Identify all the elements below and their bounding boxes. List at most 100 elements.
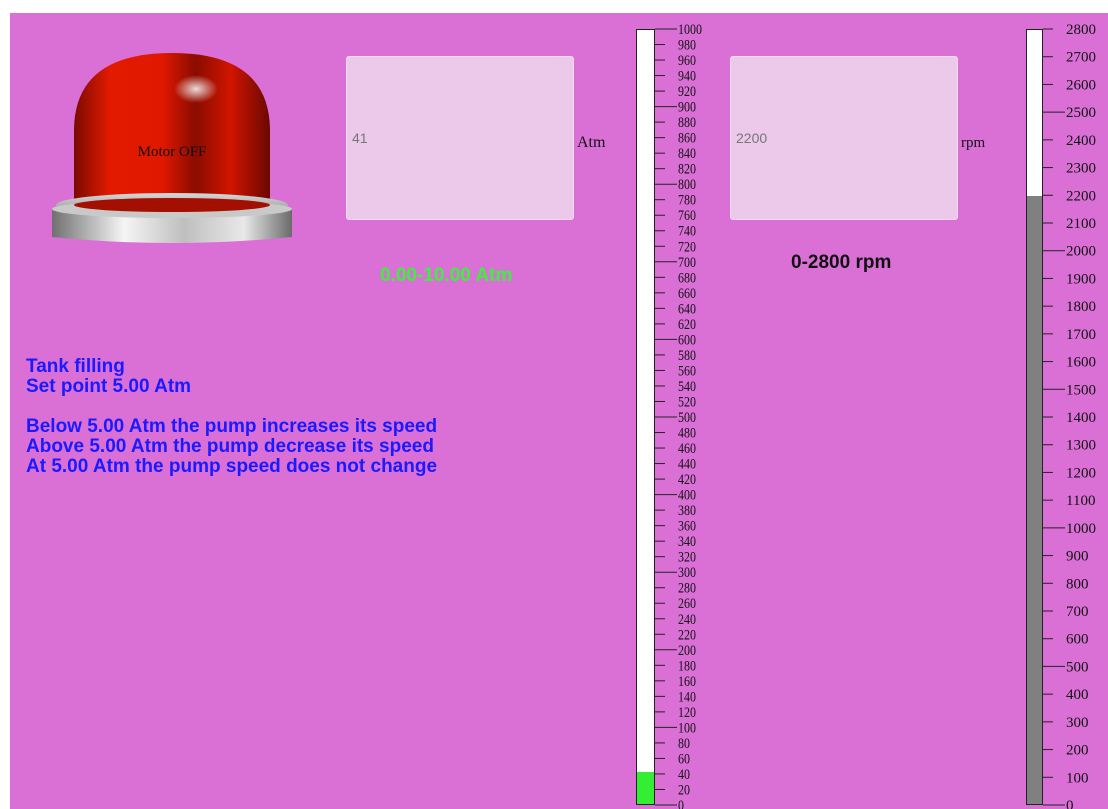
scale-tick-label: 800 — [1066, 576, 1089, 592]
scale-tick-label: 200 — [1066, 743, 1089, 759]
scale-tick-label: 420 — [678, 471, 696, 488]
scale-tick-label: 600 — [1066, 632, 1089, 648]
scale-tick-label: 2400 — [1066, 133, 1096, 149]
scale-tick-label: 720 — [678, 238, 696, 255]
scale-tick-label: 1500 — [1066, 382, 1096, 398]
scale-tick-label: 1000 — [1066, 521, 1096, 537]
scale-tick-label: 340 — [678, 533, 696, 550]
info-above-rule: Above 5.00 Atm the pump decrease its spe… — [26, 436, 434, 457]
motor-status-label: Motor OFF — [137, 144, 207, 160]
scale-tick-label: 240 — [678, 611, 696, 628]
scale-tick-label: 300 — [678, 564, 696, 581]
scale-tick-label: 280 — [678, 579, 696, 596]
scale-tick-label: 660 — [678, 285, 696, 302]
scale-tick-label: 2500 — [1066, 105, 1096, 121]
scale-tick-label: 900 — [1066, 549, 1089, 565]
scale-tick-label: 2000 — [1066, 244, 1096, 260]
scale-tick-label: 1900 — [1066, 271, 1096, 287]
speed-range-label: 0-2800 rpm — [791, 252, 892, 273]
scale-tick-label: 560 — [678, 362, 696, 379]
speed-value-box — [730, 56, 958, 220]
scale-tick-label: 220 — [678, 626, 696, 643]
scale-tick-label: 140 — [678, 688, 696, 705]
scale-tick-label: 360 — [678, 517, 696, 534]
info-equal-rule: At 5.00 Atm the pump speed does not chan… — [26, 456, 438, 477]
scale-tick-label: 2600 — [1066, 77, 1096, 93]
speed-unit-label: rpm — [961, 135, 986, 151]
scale-tick-label: 120 — [678, 704, 696, 721]
scale-tick-label: 980 — [678, 36, 696, 53]
control-panel: Motor OFF Atm 0.00-10.00 Atm rpm 0-2800 … — [10, 13, 1108, 809]
info-status: Tank filling — [26, 356, 125, 377]
scale-tick-label: 20 — [678, 781, 690, 798]
scale-tick-label: 460 — [678, 440, 696, 457]
scale-tick-label: 40 — [678, 766, 690, 783]
scale-tick-label: 1400 — [1066, 410, 1096, 426]
scale-tick-label: 500 — [1066, 659, 1089, 675]
scale-tick-label: 1600 — [1066, 355, 1096, 371]
pressure-bar-gauge — [636, 29, 655, 805]
scale-tick-label: 0 — [678, 797, 684, 809]
scale-tick-label: 520 — [678, 393, 696, 410]
scale-tick-label: 100 — [678, 719, 696, 736]
scale-tick-label: 2700 — [1066, 50, 1096, 66]
scale-tick-label: 160 — [678, 673, 696, 690]
scale-tick-label: 940 — [678, 67, 696, 84]
scale-tick-label: 800 — [678, 176, 696, 193]
scale-tick-label: 540 — [678, 378, 696, 395]
scale-tick-label: 440 — [678, 455, 696, 472]
info-setpoint: Set point 5.00 Atm — [26, 376, 192, 397]
scale-tick-label: 480 — [678, 424, 696, 441]
scale-tick-label: 1300 — [1066, 438, 1096, 454]
scale-tick-label: 860 — [678, 129, 696, 146]
scale-tick-label: 300 — [1066, 715, 1089, 731]
scale-tick-label: 700 — [678, 254, 696, 271]
scale-tick-label: 400 — [1066, 687, 1089, 703]
scale-tick-label: 780 — [678, 191, 696, 208]
scale-tick-label: 260 — [678, 595, 696, 612]
scale-tick-label: 2800 — [1066, 22, 1096, 38]
pressure-scale: 0204060801001201401601802002202402602803… — [655, 21, 702, 809]
scale-tick-label: 620 — [678, 316, 696, 333]
pressure-value-field[interactable] — [350, 129, 504, 147]
pressure-bar-fill — [637, 772, 654, 804]
scale-tick-label: 1200 — [1066, 465, 1096, 481]
scale-tick-label: 840 — [678, 145, 696, 162]
speed-scale: 0 100 200 300 400 500 600 700 800 900 1000 1100 1200… — [1043, 22, 1096, 809]
scale-tick-label: 700 — [1066, 604, 1089, 620]
info-below-rule: Below 5.00 Atm the pump increases its sp… — [26, 416, 438, 437]
scale-tick-label: 2100 — [1066, 216, 1096, 232]
scale-tick-label: 640 — [678, 300, 696, 317]
scale-tick-label: 760 — [678, 207, 696, 224]
scale-tick-label: 2300 — [1066, 161, 1096, 177]
scale-tick-label: 320 — [678, 548, 696, 565]
scale-tick-label: 1000 — [678, 21, 702, 38]
scale-tick-label: 960 — [678, 52, 696, 69]
scale-tick-label: 500 — [678, 409, 696, 426]
scale-tick-label: 820 — [678, 160, 696, 177]
pressure-value-box — [346, 56, 574, 220]
scale-tick-label: 740 — [678, 223, 696, 240]
pressure-unit-label: Atm — [577, 134, 606, 151]
speed-bar-gauge — [1026, 29, 1043, 805]
scale-tick-label: 920 — [678, 83, 696, 100]
scale-tick-label: 100 — [1066, 770, 1089, 786]
scale-tick-label: 1800 — [1066, 299, 1096, 315]
scale-tick-label: 680 — [678, 269, 696, 286]
scale-tick-label: 380 — [678, 502, 696, 519]
scale-tick-label: 0 — [1066, 798, 1074, 809]
scale-tick-label: 1700 — [1066, 327, 1096, 343]
scale-tick-label: 80 — [678, 735, 690, 752]
scale-tick-label: 400 — [678, 486, 696, 503]
scale-tick-label: 600 — [678, 331, 696, 348]
scale-tick-label: 880 — [678, 114, 696, 131]
process-info: Tank filling Set point 5.00 Atm Below 5.… — [26, 357, 437, 477]
scale-tick-label: 2200 — [1066, 188, 1096, 204]
scale-tick-label: 580 — [678, 347, 696, 364]
pressure-range-label: 0.00-10.00 Atm — [380, 265, 513, 286]
scale-tick-label: 60 — [678, 750, 690, 767]
scale-tick-label: 1100 — [1066, 493, 1095, 509]
speed-value-field[interactable] — [734, 129, 888, 147]
speed-bar-fill — [1027, 195, 1042, 804]
scale-tick-label: 180 — [678, 657, 696, 674]
